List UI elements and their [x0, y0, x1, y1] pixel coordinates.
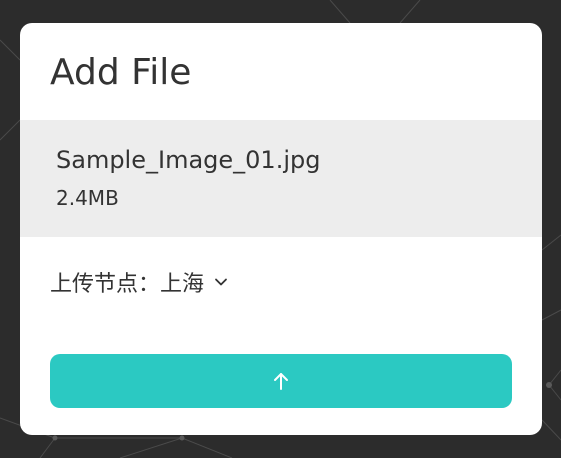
- selected-file-panel: Sample_Image_01.jpg 2.4MB: [20, 120, 542, 237]
- add-file-dialog: Add File Sample_Image_01.jpg 2.4MB 上传节点：…: [20, 23, 542, 435]
- dialog-title: Add File: [50, 52, 192, 93]
- upload-node-selector[interactable]: 上传节点： 上海: [50, 269, 228, 297]
- file-name: Sample_Image_01.jpg: [56, 146, 321, 174]
- file-size: 2.4MB: [56, 186, 119, 210]
- upload-node-value: 上海: [160, 272, 205, 297]
- arrow-up-icon: [274, 373, 288, 390]
- upload-node-label: 上传节点：: [50, 272, 161, 297]
- upload-button[interactable]: [50, 354, 512, 408]
- chevron-down-icon: [215, 278, 227, 286]
